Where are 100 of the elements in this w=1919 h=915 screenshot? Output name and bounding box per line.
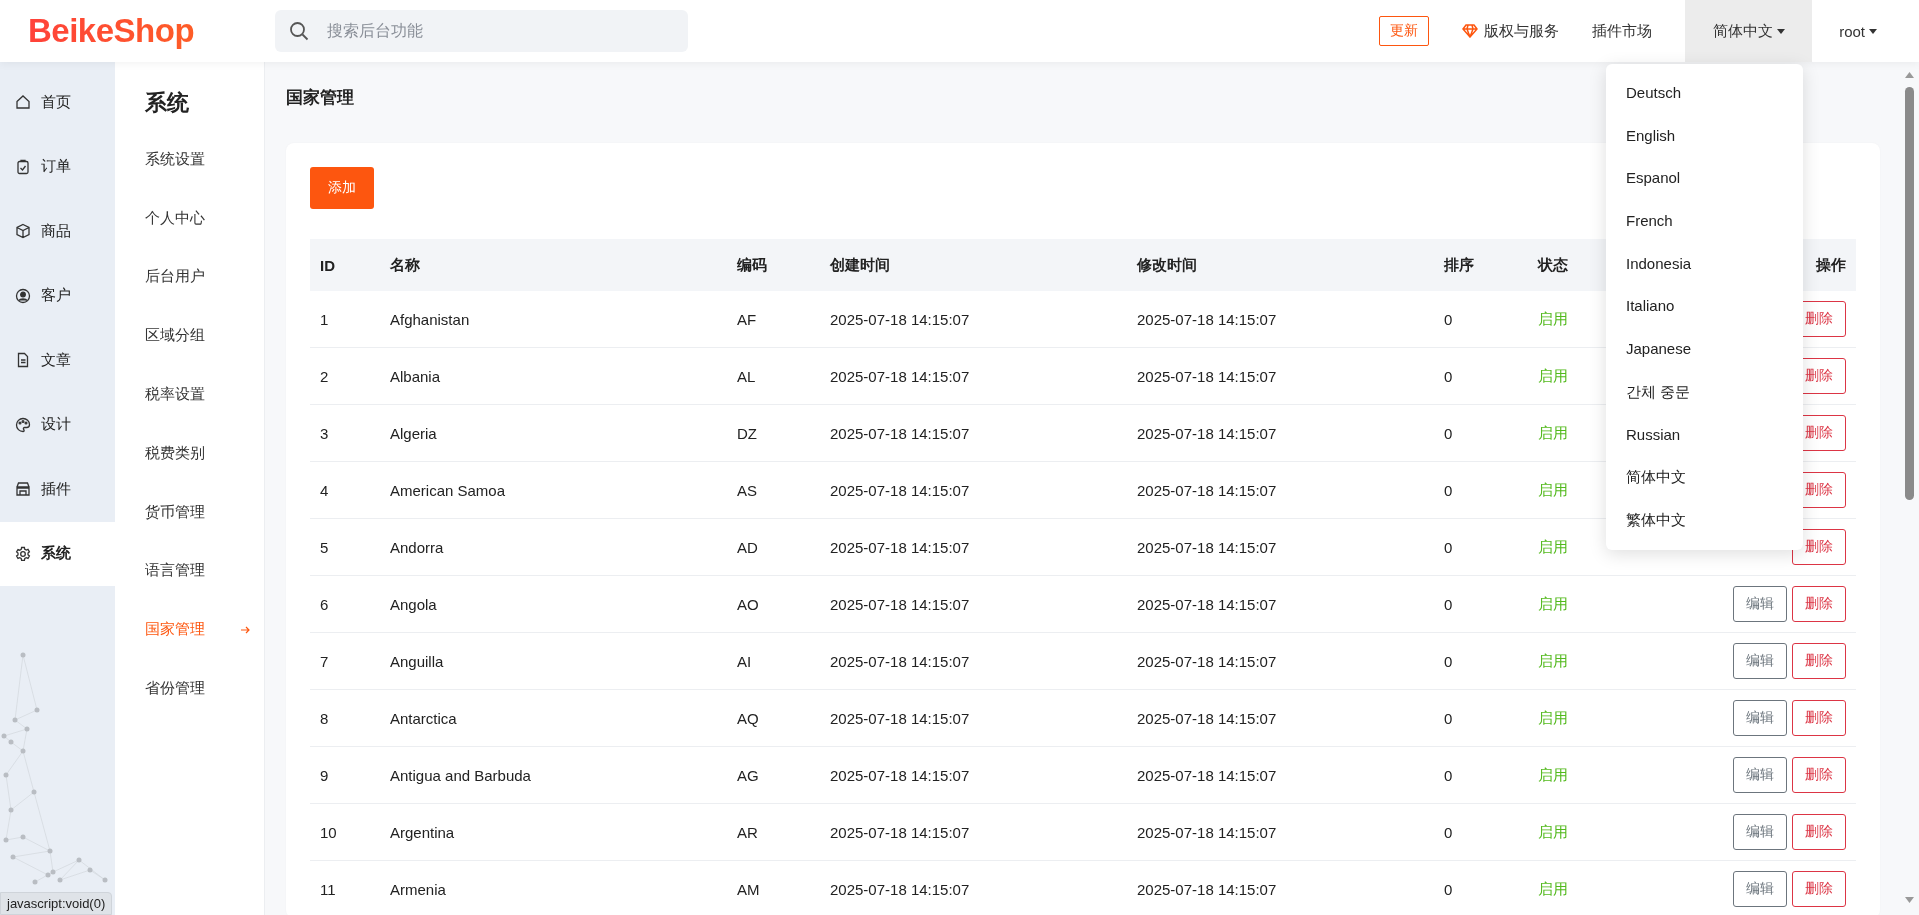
- table-cell-text: 1: [319, 310, 329, 328]
- table-cell-text: 4: [319, 481, 329, 499]
- column-header: ID: [319, 256, 335, 274]
- table-cell-text: 10: [319, 823, 337, 841]
- delete-button[interactable]: 删除: [1792, 586, 1846, 622]
- clipboard-icon: [14, 157, 32, 176]
- arrow-icon: [241, 625, 250, 634]
- nav-item[interactable]: 客户: [0, 263, 115, 328]
- table-cell: 2025-07-18 14:15:07: [1137, 424, 1277, 442]
- edit-button[interactable]: 编辑: [1733, 643, 1787, 679]
- edit-button[interactable]: 编辑: [1733, 700, 1787, 736]
- user-menu[interactable]: root: [1812, 22, 1919, 40]
- table-cell: Angola: [390, 595, 437, 613]
- settings-icon: [14, 544, 32, 563]
- copyright-link[interactable]: 版权与服务: [1462, 21, 1593, 41]
- table-cell-text: 9: [319, 766, 329, 784]
- delete-button[interactable]: 删除: [1792, 757, 1846, 793]
- table-cell: 0: [1444, 367, 1453, 385]
- nav-item[interactable]: 订单: [0, 134, 115, 199]
- column-header: 排序: [1444, 255, 1474, 275]
- column-header: 创建时间: [830, 255, 890, 275]
- box-icon: [14, 222, 32, 241]
- section-title: 系统: [145, 89, 190, 117]
- edit-button[interactable]: 编辑: [1733, 871, 1787, 907]
- user-icon: [14, 286, 32, 305]
- table-cell: 2025-07-18 14:15:07: [830, 367, 970, 385]
- nav-item[interactable]: 文章: [0, 328, 115, 393]
- subnav-item[interactable]: 语言管理: [115, 541, 264, 601]
- table-cell: 0: [1444, 823, 1453, 841]
- nav-item[interactable]: 设计: [0, 392, 115, 457]
- table-cell: 2025-07-18 14:15:07: [1137, 481, 1277, 499]
- table-cell: Andorra: [390, 538, 444, 556]
- nav-item[interactable]: 商品: [0, 199, 115, 264]
- delete-button[interactable]: 删除: [1792, 700, 1846, 736]
- table-cell: 0: [1444, 424, 1453, 442]
- table-cell: AQ: [737, 709, 759, 727]
- table-cell: 2025-07-18 14:15:07: [1137, 766, 1277, 784]
- edit-button[interactable]: 编辑: [1733, 757, 1787, 793]
- subnav-item[interactable]: 个人中心: [115, 188, 264, 248]
- language-option[interactable]: French: [1606, 200, 1803, 243]
- search-field[interactable]: 搜索后台功能: [275, 10, 688, 52]
- table-cell: Antigua and Barbuda: [390, 766, 531, 784]
- language-option[interactable]: Espanol: [1606, 157, 1803, 201]
- table-cell: 0: [1444, 766, 1453, 784]
- delete-button[interactable]: 删除: [1792, 643, 1846, 679]
- delete-button[interactable]: 删除: [1792, 814, 1846, 850]
- diamond-icon: [1462, 24, 1479, 38]
- nav-item[interactable]: 插件: [0, 457, 115, 522]
- language-option[interactable]: Indonesia: [1606, 242, 1803, 286]
- table-cell: 2025-07-18 14:15:07: [1137, 310, 1277, 328]
- table-cell: AL: [737, 367, 756, 385]
- language-dropdown[interactable]: 简体中文: [1685, 0, 1813, 62]
- table-cell: 2025-07-18 14:15:07: [1137, 367, 1277, 385]
- plugin-market-link[interactable]: 插件市场: [1592, 21, 1686, 41]
- table-cell: AI: [737, 652, 752, 670]
- table-cell: Antarctica: [390, 709, 457, 727]
- column-header: 操作: [1816, 255, 1847, 275]
- nav-item[interactable]: 首页: [0, 70, 115, 135]
- delete-button[interactable]: 删除: [1792, 871, 1846, 907]
- table-cell: 2025-07-18 14:15:07: [1137, 880, 1277, 898]
- table-cell: 2025-07-18 14:15:07: [830, 424, 970, 442]
- subnav-item[interactable]: 货币管理: [115, 482, 264, 542]
- table-cell: AR: [737, 823, 758, 841]
- subnav-item[interactable]: 税率设置: [115, 365, 264, 424]
- table-cell: AO: [737, 595, 759, 613]
- subnav-item[interactable]: 系统设置: [115, 130, 264, 189]
- home-icon: [14, 93, 32, 112]
- table-cell: Anguilla: [390, 652, 444, 670]
- status-tooltip: javascript:void(0): [0, 892, 113, 915]
- status-text: 启用: [1538, 822, 1568, 842]
- table-cell: 2025-07-18 14:15:07: [830, 766, 970, 784]
- table-cell: 0: [1444, 652, 1453, 670]
- table-cell-text: 7: [319, 652, 329, 670]
- nav-item[interactable]: 系统: [0, 521, 115, 586]
- edit-button[interactable]: 编辑: [1733, 814, 1787, 850]
- status-text: 启用: [1538, 537, 1568, 557]
- subnav-item[interactable]: 税费类别: [115, 424, 264, 483]
- status-text: 启用: [1538, 423, 1568, 443]
- table-cell: 0: [1444, 538, 1453, 556]
- edit-button[interactable]: 编辑: [1733, 586, 1787, 622]
- column-header: 状态: [1538, 255, 1568, 275]
- language-option[interactable]: Deutsch: [1606, 72, 1803, 115]
- table-cell: 2025-07-18 14:15:07: [830, 823, 970, 841]
- status-text: 启用: [1538, 594, 1568, 614]
- status-text: 启用: [1538, 765, 1568, 785]
- table-cell: 0: [1444, 880, 1453, 898]
- table-cell: DZ: [737, 424, 757, 442]
- table-cell: 2025-07-18 14:15:07: [1137, 823, 1277, 841]
- subnav-item[interactable]: 后台用户: [115, 247, 264, 307]
- status-text: 启用: [1538, 651, 1568, 671]
- table-cell-text: 6: [319, 595, 329, 613]
- table-cell: AM: [737, 880, 760, 898]
- table-cell: AF: [737, 310, 757, 328]
- subnav-item[interactable]: 省份管理: [115, 659, 264, 718]
- table-cell: 2025-07-18 14:15:07: [830, 652, 970, 670]
- table-cell: 2025-07-18 14:15:07: [830, 880, 970, 898]
- subnav-item[interactable]: 区域分组: [115, 306, 264, 366]
- table-cell: Argentina: [390, 823, 455, 841]
- language-option[interactable]: English: [1606, 114, 1803, 158]
- column-header: 编码: [737, 255, 767, 275]
